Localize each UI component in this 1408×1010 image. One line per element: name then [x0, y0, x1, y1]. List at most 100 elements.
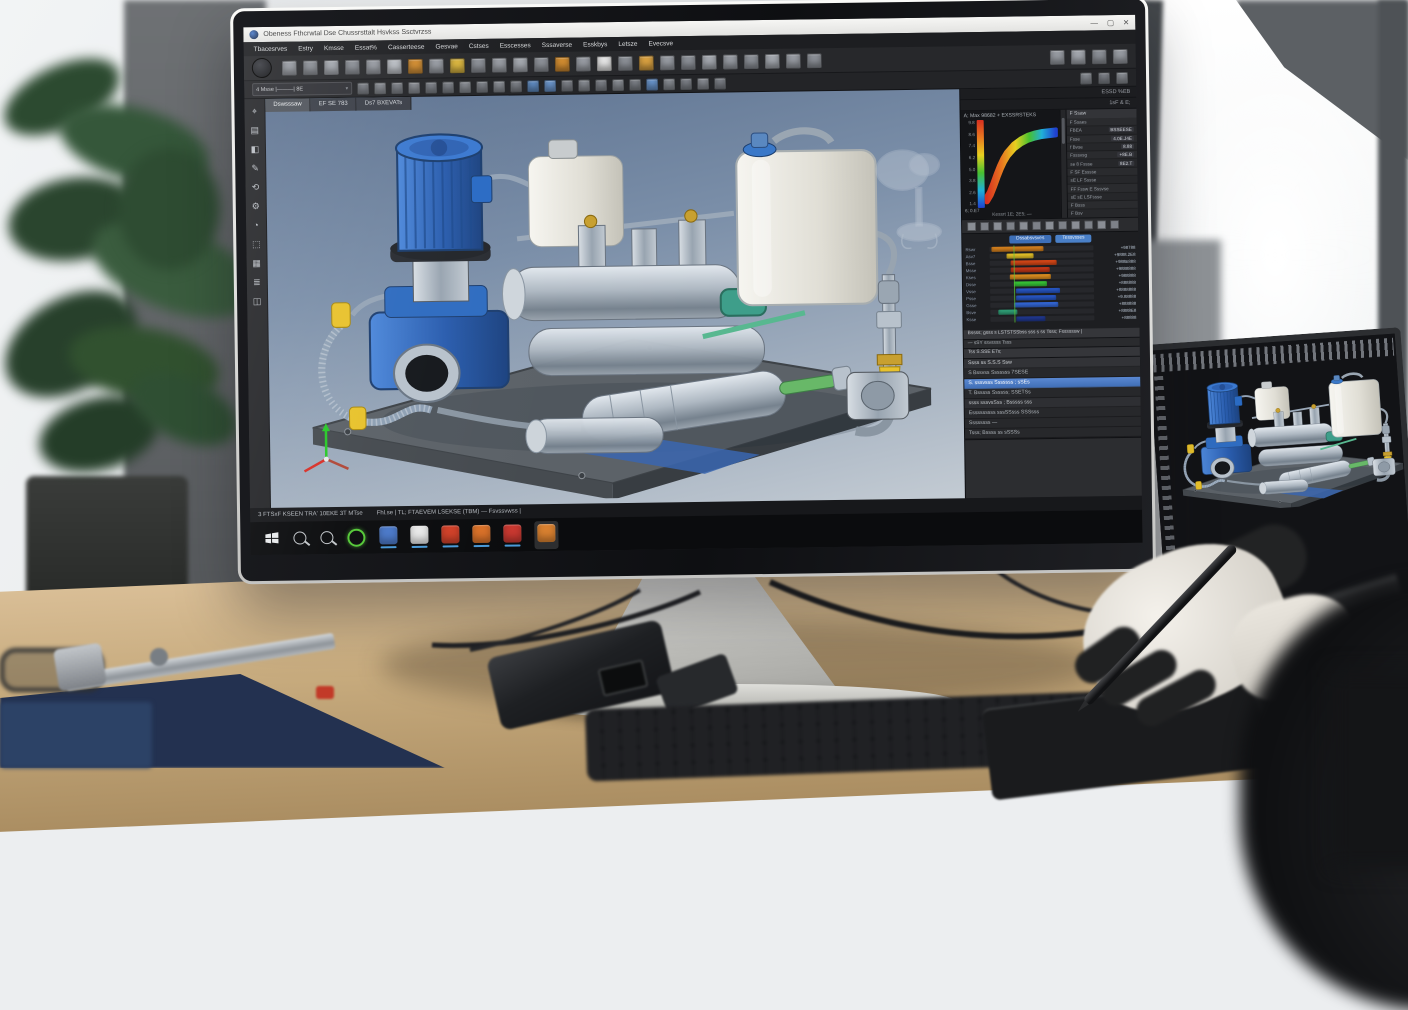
- toolbar-icon[interactable]: [723, 54, 738, 69]
- panel-tool-icon[interactable]: [1097, 220, 1106, 229]
- tool-icon[interactable]: ◧: [248, 143, 261, 156]
- toolbar-icon[interactable]: [492, 57, 507, 72]
- toolbar-icon[interactable]: [408, 81, 420, 93]
- toolbar-icon[interactable]: [429, 58, 444, 73]
- toolbar-icon[interactable]: [303, 60, 318, 75]
- toolbar-icon[interactable]: [765, 53, 780, 68]
- menu-item[interactable]: Essat%: [355, 44, 377, 51]
- browser-icon[interactable]: [347, 528, 365, 546]
- menu-item[interactable]: Gesvae: [435, 43, 458, 50]
- toolbar-icon[interactable]: [534, 56, 549, 71]
- toolbar-icon[interactable]: [1098, 72, 1110, 84]
- taskbar-app[interactable]: [534, 520, 558, 548]
- tool-icon[interactable]: ◫: [251, 295, 264, 308]
- toolbar-icon[interactable]: [612, 78, 624, 90]
- gantt-row[interactable]: Ksse+88888: [966, 314, 1136, 323]
- toolbar-icon[interactable]: [597, 56, 612, 71]
- tool-icon[interactable]: ⌖: [248, 105, 261, 118]
- viewport-tab[interactable]: EF SE 783: [311, 98, 357, 112]
- panel-tool-icon[interactable]: [1032, 221, 1041, 230]
- toolbar-icon[interactable]: [1116, 71, 1128, 83]
- toolbar-icon[interactable]: [471, 57, 486, 72]
- selection-dropdown[interactable]: 4 Msse |———| 8E ▾: [252, 82, 352, 96]
- viewport-tab[interactable]: Dswsssaw: [265, 98, 311, 112]
- toolbar-icon[interactable]: [324, 59, 339, 74]
- toolbar-icon[interactable]: [697, 77, 709, 89]
- toolbar-icon[interactable]: [660, 55, 675, 70]
- toolbar-icon[interactable]: [663, 78, 675, 90]
- toolbar-icon[interactable]: [408, 58, 423, 73]
- panel-tool-icon[interactable]: [1071, 221, 1080, 230]
- menu-item[interactable]: Cstses: [469, 42, 489, 49]
- menu-item[interactable]: Esscesses: [500, 42, 531, 49]
- toolbar-icon[interactable]: [561, 79, 573, 91]
- tool-icon[interactable]: ⚙: [249, 200, 262, 213]
- menu-item[interactable]: Esskbys: [583, 41, 607, 48]
- app-logo-icon[interactable]: [252, 58, 272, 78]
- menu-item[interactable]: Sssaverse: [542, 41, 572, 48]
- toolbar-icon[interactable]: [476, 80, 488, 92]
- tool-icon[interactable]: ⟲: [249, 181, 262, 194]
- tool-icon[interactable]: ▤: [248, 124, 261, 137]
- toolbar-icon[interactable]: [1071, 49, 1086, 64]
- taskbar-app[interactable]: [441, 525, 459, 547]
- taskbar-app[interactable]: [472, 524, 490, 546]
- toolbar-icon[interactable]: [702, 54, 717, 69]
- maximize-button[interactable]: ▢: [1107, 18, 1114, 27]
- toolbar-icon[interactable]: [555, 56, 570, 71]
- toolbar-icon[interactable]: [345, 59, 360, 74]
- tool-icon[interactable]: ≣: [250, 276, 263, 289]
- tool-icon[interactable]: ▦: [250, 257, 263, 270]
- menu-item[interactable]: Estry: [298, 45, 313, 52]
- taskbar-app[interactable]: [503, 524, 521, 546]
- toolbar-icon[interactable]: [680, 77, 692, 89]
- property-row[interactable]: F Bsv: [1068, 209, 1138, 218]
- menu-item[interactable]: Kmsse: [324, 44, 344, 51]
- minimize-button[interactable]: —: [1090, 18, 1098, 27]
- panel-tool-icon[interactable]: [967, 222, 976, 231]
- toolbar-icon[interactable]: [282, 60, 297, 75]
- panel-tool-icon[interactable]: [1110, 220, 1119, 229]
- toolbar-icon[interactable]: [425, 81, 437, 93]
- start-button[interactable]: [264, 531, 279, 546]
- menu-item[interactable]: Casserteese: [388, 43, 425, 51]
- menu-item[interactable]: Tbacesrves: [254, 45, 288, 52]
- toolbar-icon[interactable]: [1113, 48, 1128, 63]
- toolbar-icon[interactable]: [629, 78, 641, 90]
- panel-tool-icon[interactable]: [980, 222, 989, 231]
- gantt-tab[interactable]: Dssabsvsves: [1009, 235, 1051, 244]
- toolbar-icon[interactable]: [639, 55, 654, 70]
- menu-item[interactable]: Evecsve: [648, 40, 673, 47]
- toolbar-icon[interactable]: [714, 77, 726, 89]
- 3d-model-hydraulic-power-unit[interactable]: [270, 105, 951, 502]
- toolbar-icon[interactable]: [366, 59, 381, 74]
- toolbar-icon[interactable]: [578, 79, 590, 91]
- toolbar-icon[interactable]: [374, 82, 386, 94]
- toolbar-icon[interactable]: [527, 80, 539, 92]
- toolbar-icon[interactable]: [442, 81, 454, 93]
- panel-tool-icon[interactable]: [1006, 221, 1015, 230]
- panel-tool-icon[interactable]: [993, 222, 1002, 231]
- toolbar-icon[interactable]: [681, 54, 696, 69]
- toolbar-icon[interactable]: [576, 56, 591, 71]
- panel-tool-icon[interactable]: [1045, 221, 1054, 230]
- panel-tool-icon[interactable]: [1019, 221, 1028, 230]
- toolbar-icon[interactable]: [544, 79, 556, 91]
- tool-icon[interactable]: ◔: [249, 219, 262, 232]
- 3d-viewport[interactable]: Dswsssaw EF SE 783 Ds7 BXEVATs: [265, 89, 965, 508]
- taskbar-app[interactable]: [379, 526, 397, 548]
- toolbar-icon[interactable]: [744, 54, 759, 69]
- search-icon[interactable]: [320, 531, 333, 544]
- toolbar-icon[interactable]: [786, 53, 801, 68]
- toolbar-icon[interactable]: [595, 79, 607, 91]
- toolbar-icon[interactable]: [357, 82, 369, 94]
- toolbar-icon[interactable]: [1080, 72, 1092, 84]
- toolbar-icon[interactable]: [387, 59, 402, 74]
- toolbar-icon[interactable]: [459, 81, 471, 93]
- search-icon[interactable]: [293, 531, 306, 544]
- toolbar-icon[interactable]: [1092, 49, 1107, 64]
- tool-icon[interactable]: ✎: [249, 162, 262, 175]
- gantt-tab[interactable]: Tessvsses: [1055, 234, 1091, 243]
- close-button[interactable]: ✕: [1123, 18, 1129, 27]
- toolbar-icon[interactable]: [493, 80, 505, 92]
